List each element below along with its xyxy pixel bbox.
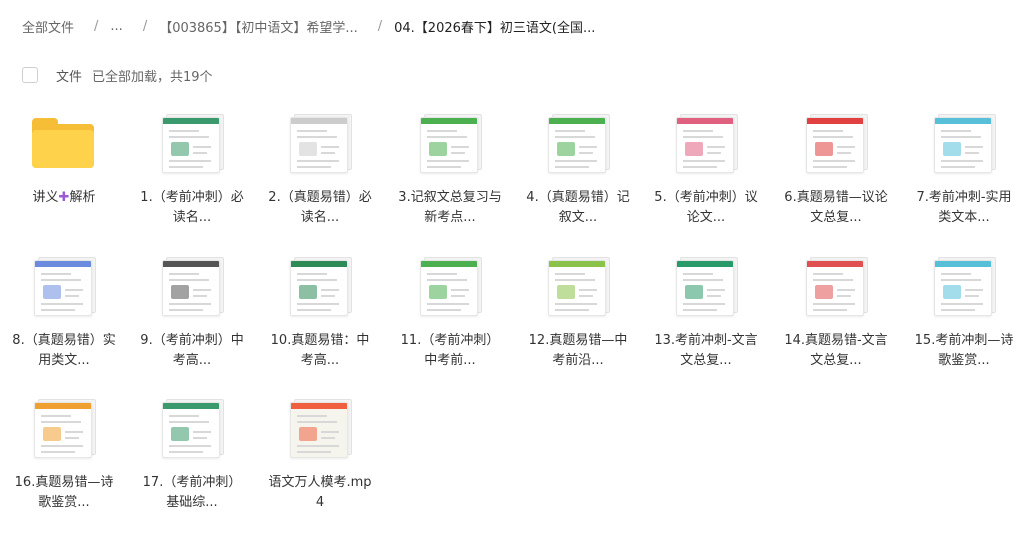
document-file-item[interactable]: 7.考前冲刺-实用类文本...: [900, 108, 1024, 248]
file-thumbnail: [0, 108, 128, 178]
load-status: 已全部加载，共19个: [92, 69, 213, 85]
file-thumbnail: [0, 393, 128, 463]
folder-icon: [32, 116, 94, 170]
video-file-item[interactable]: 语文万人模考.mp4: [256, 393, 384, 533]
document-thumbnail-icon: [548, 257, 610, 316]
document-thumbnail-icon: [162, 399, 224, 458]
file-thumbnail: [256, 393, 384, 463]
document-file-item[interactable]: 17.（考前冲刺）基础综...: [128, 393, 256, 533]
document-file-item[interactable]: 14.真题易错-文言文总复...: [772, 251, 900, 391]
file-name: 10.真题易错：中考高...: [270, 333, 370, 368]
file-name: 讲义✚解析: [12, 188, 116, 208]
document-thumbnail-icon: [34, 399, 96, 458]
file-thumbnail: [128, 251, 256, 321]
breadcrumb-separator: /: [94, 18, 99, 34]
file-name: 6.真题易错—议论文总复...: [784, 190, 888, 225]
document-file-item[interactable]: 2.（真题易错）必读名...: [256, 108, 384, 248]
file-thumbnail: [386, 108, 514, 178]
document-thumbnail-icon: [806, 114, 868, 173]
file-name: 17.（考前冲刺）基础综...: [142, 475, 242, 510]
document-thumbnail-icon: [548, 114, 610, 173]
document-file-item[interactable]: 13.考前冲刺-文言文总复...: [642, 251, 770, 391]
document-file-item[interactable]: 4.（真题易错）记叙文...: [514, 108, 642, 248]
file-thumbnail: [514, 251, 642, 321]
document-file-item[interactable]: 11.（考前冲刺）中考前...: [386, 251, 514, 391]
file-name: 7.考前冲刺-实用类文本...: [916, 190, 1012, 225]
document-file-item[interactable]: 15.考前冲刺—诗歌鉴赏...: [900, 251, 1024, 391]
file-thumbnail: [772, 108, 900, 178]
document-file-item[interactable]: 10.真题易错：中考高...: [256, 251, 384, 391]
document-file-item[interactable]: 12.真题易错—中考前沿...: [514, 251, 642, 391]
file-thumbnail: [900, 251, 1024, 321]
breadcrumb: 全部文件 / ... / 【003865】【初中语文】希望学... / 04.【…: [22, 14, 595, 38]
file-name-part: 讲义: [32, 190, 59, 205]
breadcrumb-root[interactable]: 全部文件: [22, 17, 74, 36]
breadcrumb-ellipsis[interactable]: ...: [110, 19, 122, 34]
file-thumbnail: [128, 108, 256, 178]
file-thumbnail: [386, 251, 514, 321]
document-thumbnail-icon: [934, 114, 996, 173]
document-file-item[interactable]: 1.（考前冲刺）必读名...: [128, 108, 256, 248]
breadcrumb-current-folder: 04.【2026春下】初三语文(全国...: [394, 20, 596, 36]
file-name: 12.真题易错—中考前沿...: [528, 333, 628, 368]
file-thumbnail: [256, 108, 384, 178]
file-thumbnail: [0, 251, 128, 321]
breadcrumb-separator: /: [142, 18, 148, 34]
file-thumbnail: [900, 108, 1024, 178]
document-thumbnail-icon: [162, 257, 224, 316]
file-thumbnail: [256, 251, 384, 321]
file-name-part: 解析: [69, 190, 96, 205]
plus-icon: ✚: [58, 190, 70, 205]
file-name: 8.（真题易错）实用类文...: [12, 333, 116, 368]
file-list-toolbar: 文件 已全部加载，共19个: [22, 64, 213, 86]
file-thumbnail: [642, 251, 770, 321]
file-name: 1.（考前冲刺）必读名...: [140, 190, 244, 225]
files-label: 文件: [56, 69, 83, 85]
file-name: 2.（真题易错）必读名...: [268, 190, 372, 225]
file-thumbnail: [514, 108, 642, 178]
file-name: 9.（考前冲刺）中考高...: [140, 333, 244, 368]
file-name: 5.（考前冲刺）议论文...: [654, 190, 758, 225]
file-thumbnail: [128, 393, 256, 463]
document-thumbnail-icon: [420, 257, 482, 316]
document-file-item[interactable]: 9.（考前冲刺）中考高...: [128, 251, 256, 391]
file-name: 16.真题易错—诗歌鉴赏...: [14, 475, 114, 510]
document-thumbnail-icon: [806, 257, 868, 316]
document-thumbnail-icon: [290, 257, 352, 316]
video-thumbnail-icon: [290, 399, 352, 458]
document-file-item[interactable]: 16.真题易错—诗歌鉴赏...: [0, 393, 128, 533]
document-file-item[interactable]: 3.记叙文总复习与新考点...: [386, 108, 514, 248]
document-thumbnail-icon: [934, 257, 996, 316]
breadcrumb-separator: /: [377, 18, 383, 34]
breadcrumb-parent-folder[interactable]: 【003865】【初中语文】希望学...: [159, 17, 358, 36]
file-name: 11.（考前冲刺）中考前...: [400, 333, 500, 368]
file-thumbnail: [772, 251, 900, 321]
document-thumbnail-icon: [420, 114, 482, 173]
select-all-checkbox[interactable]: [22, 67, 38, 83]
file-name: 语文万人模考.mp4: [268, 475, 372, 510]
file-name: 14.真题易错-文言文总复...: [784, 333, 888, 368]
document-file-item[interactable]: 8.（真题易错）实用类文...: [0, 251, 128, 391]
document-thumbnail-icon: [34, 257, 96, 316]
document-file-item[interactable]: 6.真题易错—议论文总复...: [772, 108, 900, 248]
file-name: 13.考前冲刺-文言文总复...: [654, 333, 758, 368]
file-name: 4.（真题易错）记叙文...: [526, 190, 630, 225]
file-thumbnail: [642, 108, 770, 178]
document-thumbnail-icon: [290, 114, 352, 173]
file-name: 3.记叙文总复习与新考点...: [398, 190, 502, 225]
document-thumbnail-icon: [162, 114, 224, 173]
folder-item[interactable]: 讲义✚解析: [0, 108, 128, 248]
document-thumbnail-icon: [676, 257, 738, 316]
document-file-item[interactable]: 5.（考前冲刺）议论文...: [642, 108, 770, 248]
file-name: 15.考前冲刺—诗歌鉴赏...: [914, 333, 1014, 368]
document-thumbnail-icon: [676, 114, 738, 173]
